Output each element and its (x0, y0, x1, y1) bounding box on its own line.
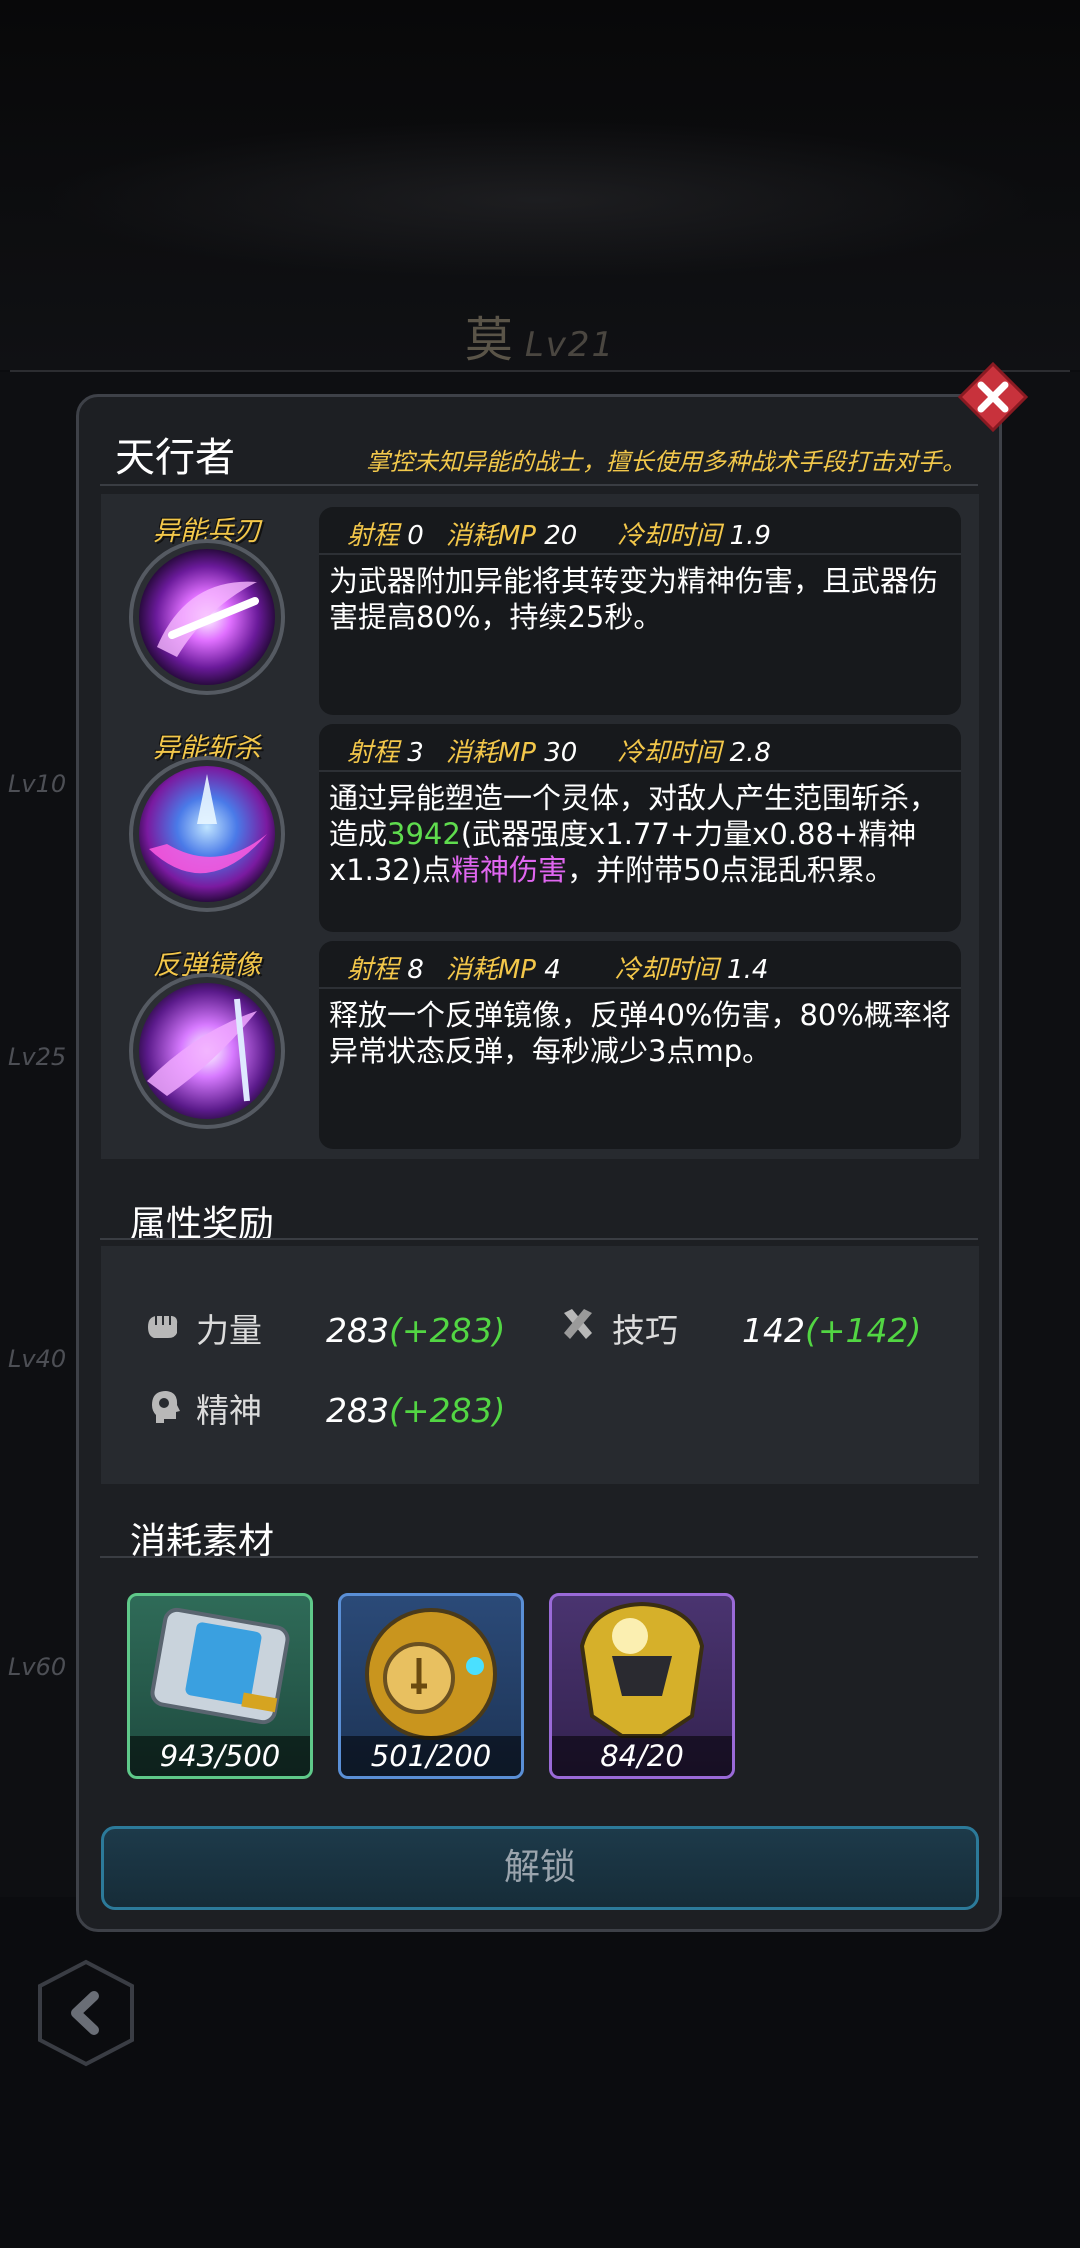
close-icon (957, 361, 1029, 433)
skill-stats: 射程 8 消耗MP 4 冷却时间 1.4 (347, 949, 768, 986)
tree-level-label: Lv25 (8, 1043, 67, 1071)
hero-name: 莫 (464, 312, 515, 368)
tree-level-label: Lv60 (8, 1653, 67, 1681)
mirror-reflect-icon[interactable] (127, 971, 287, 1131)
skill-description: 为武器附加异能将其转变为精神伤害，且武器伤害提高80%，持续25秒。 (329, 564, 939, 634)
unlock-button[interactable]: 解锁 (101, 1826, 979, 1910)
range-value: 3 (407, 738, 424, 768)
range-value: 8 (407, 955, 424, 985)
attribute-strength: 力量 283(+283) (196, 1304, 505, 1352)
range-label: 射程 (347, 955, 400, 985)
head-icon (152, 1391, 180, 1423)
skill-stats: 射程 0 消耗MP 20 冷却时间 1.9 (347, 515, 771, 552)
attribute-bonus: (+142) (805, 1311, 922, 1350)
skill-stats: 射程 3 消耗MP 30 冷却时间 2.8 (347, 732, 771, 769)
background-footer (0, 1897, 1080, 2248)
card-divider (319, 553, 961, 555)
close-button[interactable] (957, 361, 1029, 433)
card-divider (319, 770, 961, 772)
skill-card: 射程 3 消耗MP 30 冷却时间 2.8 通过异能塑造一个灵体，对敌人产生范围斩杀… (319, 724, 961, 932)
hero-level: Lv21 (524, 325, 616, 365)
material-slot[interactable]: 943/500 (127, 1593, 313, 1779)
mp-value: 20 (544, 521, 578, 551)
mp-label: 消耗MP (445, 521, 536, 551)
skill-card: 射程 8 消耗MP 4 冷却时间 1.4 释放一个反弹镜像，反弹40%伤害，80%概… (319, 941, 961, 1149)
range-value: 0 (407, 521, 424, 551)
cooldown-label: 冷却时间 (617, 521, 722, 551)
skill-row: 异能兵刃 射程 0 消耗MP 20 冷却时间 1.9 为武器附加异能将其转变为精神伤… (101, 497, 979, 715)
attribute-label: 精神 (196, 1391, 262, 1430)
damage-number: 3942 (387, 817, 461, 851)
attribute-bonus-box (101, 1246, 979, 1484)
material-count: 943/500 (130, 1736, 310, 1776)
attribute-value: 283 (326, 1391, 389, 1430)
spirit-slash-icon[interactable] (127, 754, 287, 914)
range-label: 射程 (347, 738, 400, 768)
class-title: 天行者 (115, 435, 235, 481)
data-card-icon (150, 1607, 290, 1725)
mp-value: 30 (544, 738, 578, 768)
title-divider (100, 484, 978, 486)
attribute-spirit: 精神 283(+283) (196, 1384, 505, 1432)
tree-level-label: Lv10 (8, 770, 67, 798)
tree-level-label: Lv40 (8, 1345, 67, 1373)
attribute-bonus: (+283) (389, 1311, 506, 1350)
attribute-label: 技巧 (612, 1311, 678, 1350)
attribute-value: 142 (742, 1311, 805, 1350)
class-description: 掌控未知异能的战士，擅长使用多种战术手段打击对手。 (366, 448, 966, 476)
background-blur (40, 120, 1040, 280)
section-divider (100, 1556, 978, 1558)
cooldown-label: 冷却时间 (614, 955, 719, 985)
skill-row: 异能斩杀 射程 3 消耗MP 30 冷却时间 2.8 通过异能塑造一个灵体，对敌人产… (101, 714, 979, 932)
attribute-label: 力量 (196, 1311, 262, 1350)
skill-description: 通过异能塑造一个灵体，对敌人产生范围斩杀，造成3942(武器强度x1.77+力量… (329, 780, 953, 888)
card-divider (319, 987, 961, 989)
fist-icon (148, 1316, 178, 1338)
crossed-tools-icon (564, 1309, 592, 1339)
cooldown-label: 冷却时间 (617, 738, 722, 768)
material-slot[interactable]: 84/20 (549, 1593, 735, 1779)
skill-description: 释放一个反弹镜像，反弹40%伤害，80%概率将异常状态反弹，每秒减少3点mp。 (329, 998, 951, 1068)
cooldown-value: 1.4 (727, 955, 769, 985)
back-button[interactable] (36, 1958, 136, 2068)
cooldown-value: 1.9 (729, 521, 771, 551)
mp-value: 4 (544, 955, 561, 985)
desc-text: ，并附带50点混乱积累。 (567, 853, 894, 887)
attribute-bonus: (+283) (389, 1391, 506, 1430)
mp-label: 消耗MP (445, 955, 536, 985)
back-arrow-icon (38, 1959, 134, 2067)
skill-card: 射程 0 消耗MP 20 冷却时间 1.9 为武器附加异能将其转变为精神伤害，且武器… (319, 507, 961, 715)
range-label: 射程 (347, 521, 400, 551)
material-count: 501/200 (341, 1736, 521, 1776)
attribute-value: 283 (326, 1311, 389, 1350)
material-slot[interactable]: 501/200 (338, 1593, 524, 1779)
gold-sphere-icon (365, 1608, 497, 1740)
cooldown-value: 2.8 (729, 738, 771, 768)
damage-type: 精神伤害 (451, 853, 568, 887)
skill-row: 反弹镜像 射程 8 消耗MP 4 冷却时间 1.4 释放一个反弹镜像，反弹40%伤害… (101, 931, 979, 1149)
material-count: 84/20 (552, 1736, 732, 1776)
hero-name-label: 莫 Lv21 (0, 300, 1080, 370)
gold-helmet-icon (579, 1601, 705, 1738)
mp-label: 消耗MP (445, 738, 536, 768)
purple-blade-icon[interactable] (127, 537, 287, 697)
attribute-skill: 技巧 142(+142) (612, 1304, 921, 1352)
section-divider (100, 1238, 978, 1240)
